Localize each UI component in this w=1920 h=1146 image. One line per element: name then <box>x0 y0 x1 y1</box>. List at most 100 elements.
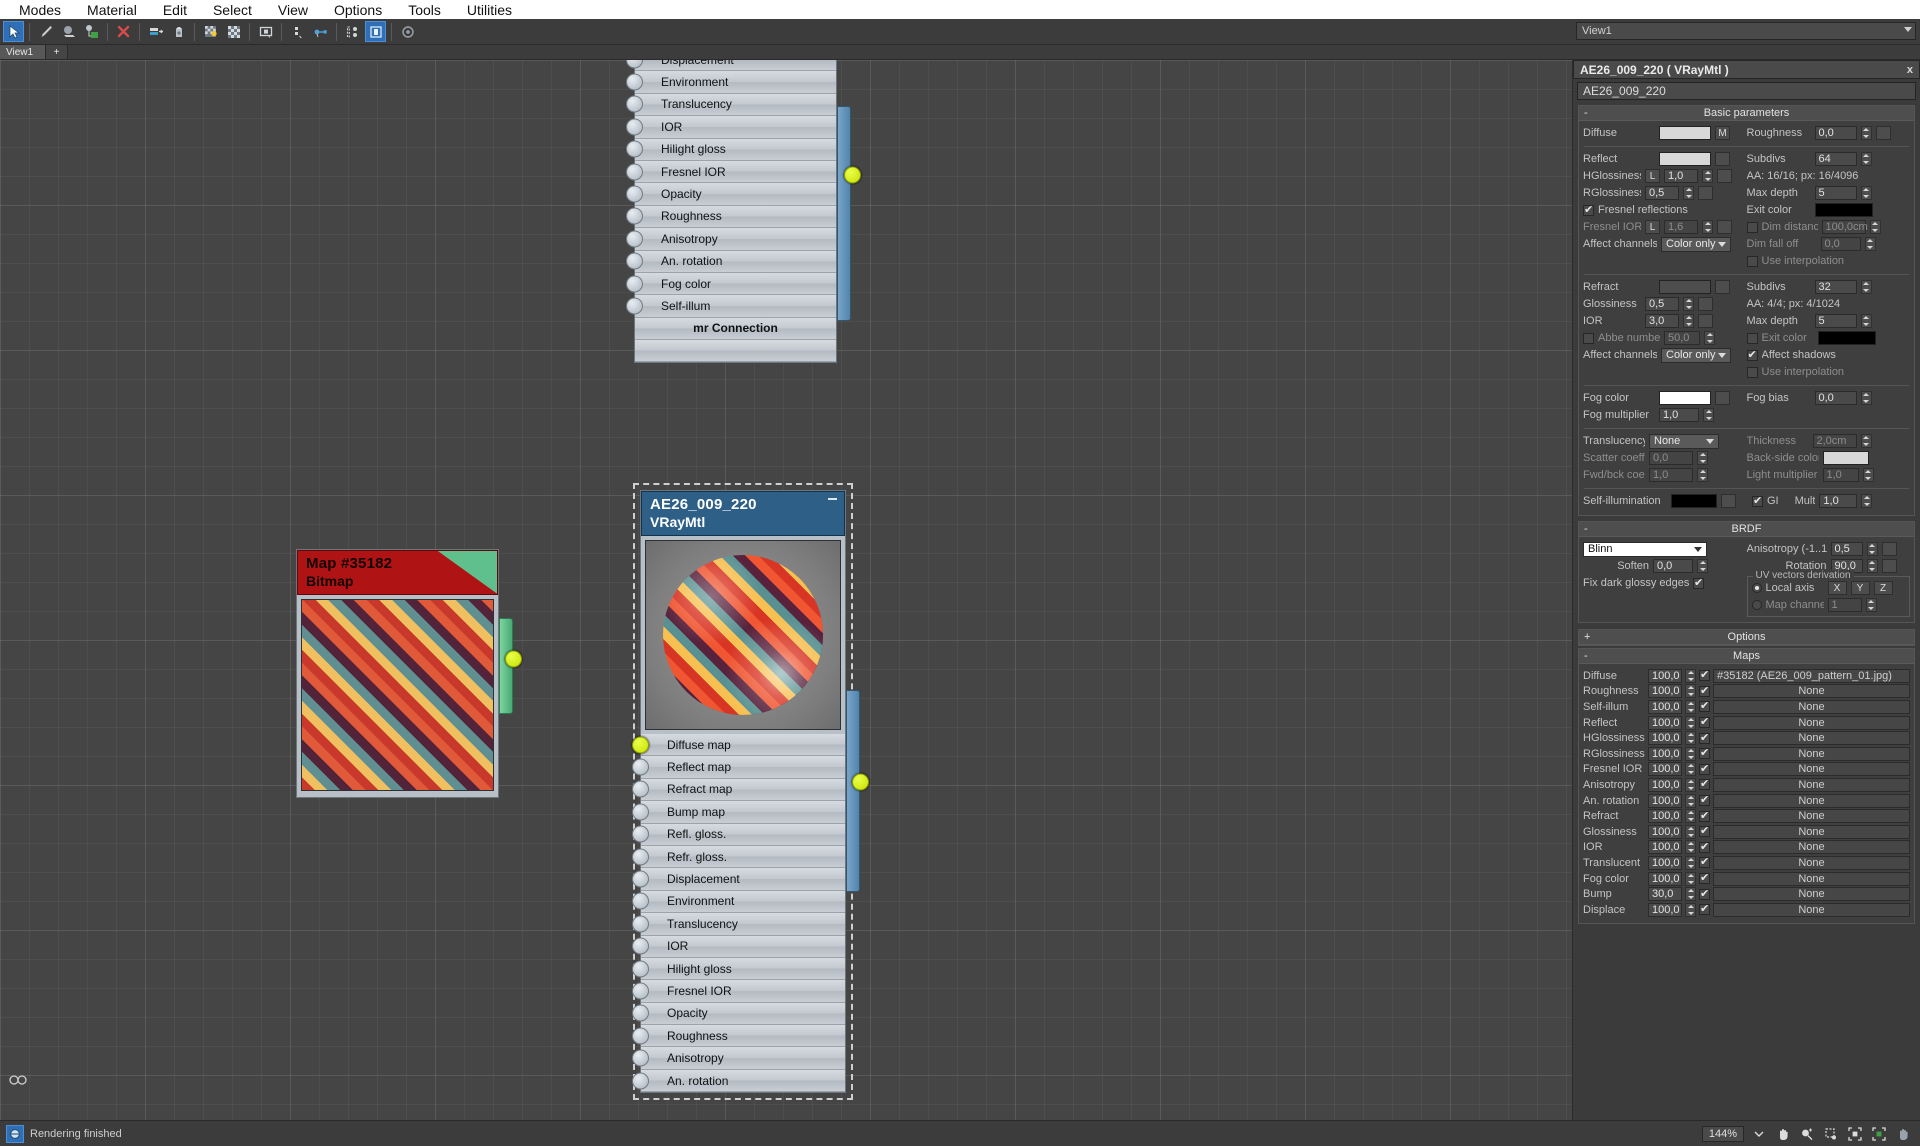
roughness-spinner[interactable] <box>1860 126 1872 140</box>
assign-material-icon[interactable] <box>58 21 79 42</box>
expand-icon[interactable]: + <box>1584 631 1590 643</box>
refract-max-depth-spinner[interactable] <box>1860 314 1872 328</box>
bitmap-node-header[interactable]: Map #35182 Bitmap <box>297 550 498 595</box>
socket-icon[interactable] <box>632 848 649 866</box>
socket-icon[interactable] <box>632 780 649 798</box>
node-slot-opacity[interactable]: Opacity <box>626 183 836 206</box>
node-slot-opacity-2[interactable]: Opacity <box>632 1002 845 1026</box>
node-graph-canvas[interactable]: Displacement Environment Translucency IO… <box>0 60 1572 1120</box>
affect-shadows-checkbox[interactable] <box>1746 348 1758 361</box>
socket-icon[interactable] <box>632 960 649 978</box>
node-slot-refl-gloss[interactable]: Refl. gloss. <box>632 823 845 846</box>
hglossiness-value[interactable]: 1,0 <box>1664 169 1698 183</box>
map-slot-button[interactable]: None <box>1713 871 1910 886</box>
menu-item-select[interactable]: Select <box>200 2 265 18</box>
node-slot-environment-2[interactable]: Environment <box>632 890 845 914</box>
map-amount-spinner[interactable] <box>1685 809 1696 824</box>
abbe-number-value[interactable]: 50,0 <box>1664 331 1700 345</box>
map-enable-checkbox[interactable] <box>1699 777 1710 791</box>
refract-subdivs-value[interactable]: 32 <box>1814 280 1857 294</box>
reflect-color-swatch[interactable] <box>1659 152 1711 166</box>
rollout-header-maps[interactable]: - Maps <box>1579 649 1914 664</box>
fog-multiplier-value[interactable]: 1,0 <box>1659 408 1699 422</box>
rollout-header-brdf[interactable]: - BRDF <box>1579 522 1914 537</box>
node-slot-refract-map[interactable]: Refract map <box>632 778 845 802</box>
map-amount-spinner[interactable] <box>1685 793 1696 808</box>
navigator-toggle-icon[interactable] <box>8 1072 28 1088</box>
socket-icon[interactable] <box>626 73 643 91</box>
backside-color-swatch[interactable] <box>1822 451 1869 465</box>
node-slot-bump-map[interactable]: Bump map <box>632 801 845 824</box>
translucency-dropdown[interactable]: None <box>1649 433 1719 449</box>
delete-icon[interactable] <box>113 21 134 42</box>
material-name-input[interactable]: AE26_009_220 <box>1577 82 1916 100</box>
zoom-tool-icon[interactable] <box>1798 1125 1816 1143</box>
map-amount[interactable]: 30,0 <box>1648 887 1682 902</box>
menu-item-options[interactable]: Options <box>321 2 395 18</box>
view-selector-dropdown[interactable]: View1 <box>1576 22 1916 40</box>
node-slot-fresnel-ior-2[interactable]: Fresnel IOR <box>632 980 845 1003</box>
rglossiness-value[interactable]: 0,5 <box>1645 186 1679 200</box>
gi-checkbox[interactable] <box>1752 494 1763 507</box>
move-children-icon[interactable] <box>397 21 418 42</box>
map-enable-checkbox[interactable] <box>1699 902 1710 916</box>
menu-item-material[interactable]: Material <box>74 2 150 18</box>
map-amount-spinner[interactable] <box>1685 668 1696 683</box>
vray-node-header[interactable]: AE26_009_220 VRayMtl <box>641 491 845 536</box>
menu-item-utilities[interactable]: Utilities <box>454 2 525 18</box>
map-slot-button[interactable]: None <box>1713 887 1910 902</box>
map-slot-button[interactable]: None <box>1713 746 1910 761</box>
chevron-down-icon[interactable] <box>1750 1125 1768 1143</box>
socket-icon-output-active[interactable] <box>844 166 861 184</box>
map-slot-button[interactable]: None <box>1713 777 1910 792</box>
socket-icon[interactable] <box>632 1049 649 1067</box>
map-amount[interactable]: 100,0 <box>1648 746 1682 761</box>
menu-item-view[interactable]: View <box>265 2 321 18</box>
ior-value[interactable]: 3,0 <box>1645 314 1679 328</box>
map-amount-spinner[interactable] <box>1685 840 1696 855</box>
socket-icon[interactable] <box>626 230 643 248</box>
affect-channels-dropdown[interactable]: Color only <box>1661 236 1731 252</box>
map-amount[interactable]: 100,0 <box>1648 793 1682 808</box>
socket-icon[interactable] <box>632 803 649 821</box>
zoom-extents-icon[interactable] <box>1846 1125 1864 1143</box>
rotation-spinner[interactable] <box>1866 559 1878 573</box>
map-amount[interactable]: 100,0 <box>1648 684 1682 699</box>
menu-item-edit[interactable]: Edit <box>150 2 200 18</box>
tab-add-view[interactable]: + <box>46 45 69 59</box>
node-slot-anisotropy[interactable]: Anisotropy <box>626 228 836 251</box>
map-amount[interactable]: 100,0 <box>1648 855 1682 870</box>
fwdbck-coeff-value[interactable]: 1,0 <box>1649 468 1693 482</box>
node-slot-extra[interactable] <box>635 340 836 363</box>
max-depth-value[interactable]: 5 <box>1814 186 1857 200</box>
collapse-icon[interactable]: - <box>1584 107 1588 119</box>
map-enable-checkbox[interactable] <box>1699 809 1710 822</box>
subdivs-value[interactable]: 64 <box>1814 152 1857 166</box>
fresnel-ior-value[interactable]: 1,6 <box>1664 220 1698 234</box>
subdivs-spinner[interactable] <box>1860 152 1872 166</box>
map-amount[interactable]: 100,0 <box>1648 871 1682 886</box>
map-amount-spinner[interactable] <box>1685 746 1696 761</box>
dim-distance-spinner[interactable] <box>1869 220 1881 234</box>
map-enable-checkbox[interactable] <box>1699 871 1710 885</box>
map-amount[interactable]: 100,0 <box>1648 902 1682 917</box>
scatter-coeff-value[interactable]: 0,0 <box>1649 451 1693 465</box>
socket-icon[interactable] <box>632 1004 649 1022</box>
node-slot-ior-2[interactable]: IOR <box>632 935 845 958</box>
mult-value[interactable]: 1,0 <box>1819 494 1858 508</box>
map-amount-spinner[interactable] <box>1685 731 1696 746</box>
socket-icon[interactable] <box>626 95 643 113</box>
axis-x-button[interactable]: X <box>1827 581 1847 595</box>
dim-distance-value[interactable]: 100,0cm <box>1821 220 1868 234</box>
self-illumination-map-button[interactable]: . <box>1721 494 1736 508</box>
map-enable-checkbox[interactable] <box>1699 699 1710 713</box>
axis-y-button[interactable]: Y <box>1850 581 1870 595</box>
fresnel-ior-lock-button[interactable]: L <box>1645 220 1660 234</box>
abbe-number-checkbox[interactable] <box>1583 332 1594 344</box>
socket-icon[interactable] <box>626 118 643 136</box>
map-enable-checkbox[interactable] <box>1699 668 1710 682</box>
map-amount[interactable]: 100,0 <box>1648 809 1682 824</box>
map-amount[interactable]: 100,0 <box>1648 777 1682 792</box>
socket-icon[interactable] <box>626 185 643 203</box>
fog-bias-spinner[interactable] <box>1860 391 1872 405</box>
